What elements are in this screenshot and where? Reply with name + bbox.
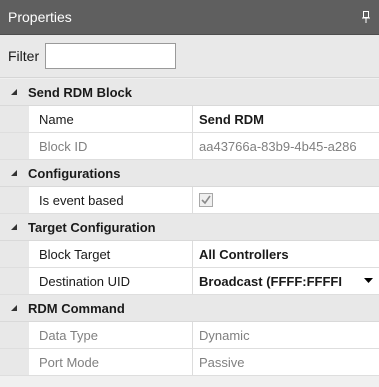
property-label: Block ID	[29, 133, 193, 159]
expand-arrow-icon[interactable]	[0, 304, 28, 312]
property-label: Is event based	[29, 187, 193, 213]
property-row-destination-uid: Destination UID Broadcast (FFFF:FFFFI	[0, 268, 379, 295]
expand-arrow-icon[interactable]	[0, 223, 28, 231]
chevron-down-icon[interactable]	[364, 278, 373, 284]
property-label: Block Target	[29, 241, 193, 267]
is-event-based-checkbox[interactable]	[199, 193, 213, 207]
pin-icon[interactable]	[361, 10, 371, 24]
category-configurations[interactable]: Configurations	[0, 160, 379, 187]
filter-input[interactable]	[45, 43, 177, 69]
dropdown-selected-value: Broadcast (FFFF:FFFFI	[199, 273, 342, 289]
property-row-block-id: Block ID aa43766a-83b9-4b45-a286	[0, 133, 379, 160]
property-value-block-target[interactable]: All Controllers	[193, 241, 379, 267]
property-value-data-type[interactable]: Dynamic	[193, 322, 379, 348]
panel-title: Properties	[8, 9, 72, 25]
category-send-rdm-block[interactable]: Send RDM Block	[0, 79, 379, 106]
property-grid: Send RDM Block Name Send RDM Block ID aa…	[0, 79, 379, 376]
property-row-name: Name Send RDM	[0, 106, 379, 133]
property-label: Data Type	[29, 322, 193, 348]
expand-arrow-icon[interactable]	[0, 88, 28, 96]
property-row-data-type: Data Type Dynamic	[0, 322, 379, 349]
property-row-is-event-based: Is event based	[0, 187, 379, 214]
properties-panel: Properties Filter Send RDM Block Name Se…	[0, 0, 379, 387]
filter-bar: Filter	[0, 35, 379, 78]
property-label: Destination UID	[29, 268, 193, 294]
property-label: Name	[29, 106, 193, 132]
panel-titlebar: Properties	[0, 0, 379, 35]
property-value-block-id[interactable]: aa43766a-83b9-4b45-a286	[193, 133, 379, 159]
checkmark-icon	[201, 195, 211, 205]
property-value-port-mode[interactable]: Passive	[193, 349, 379, 375]
property-label: Port Mode	[29, 349, 193, 375]
property-value-name[interactable]: Send RDM	[193, 106, 379, 132]
destination-uid-dropdown[interactable]: Broadcast (FFFF:FFFFI	[193, 268, 379, 294]
property-row-port-mode: Port Mode Passive	[0, 349, 379, 376]
category-title: RDM Command	[28, 300, 125, 316]
category-rdm-command[interactable]: RDM Command	[0, 295, 379, 322]
category-title: Send RDM Block	[28, 84, 133, 100]
property-row-block-target: Block Target All Controllers	[0, 241, 379, 268]
category-title: Configurations	[28, 165, 121, 181]
category-target-configuration[interactable]: Target Configuration	[0, 214, 379, 241]
expand-arrow-icon[interactable]	[0, 169, 28, 177]
category-title: Target Configuration	[28, 219, 156, 235]
filter-label: Filter	[8, 48, 40, 64]
